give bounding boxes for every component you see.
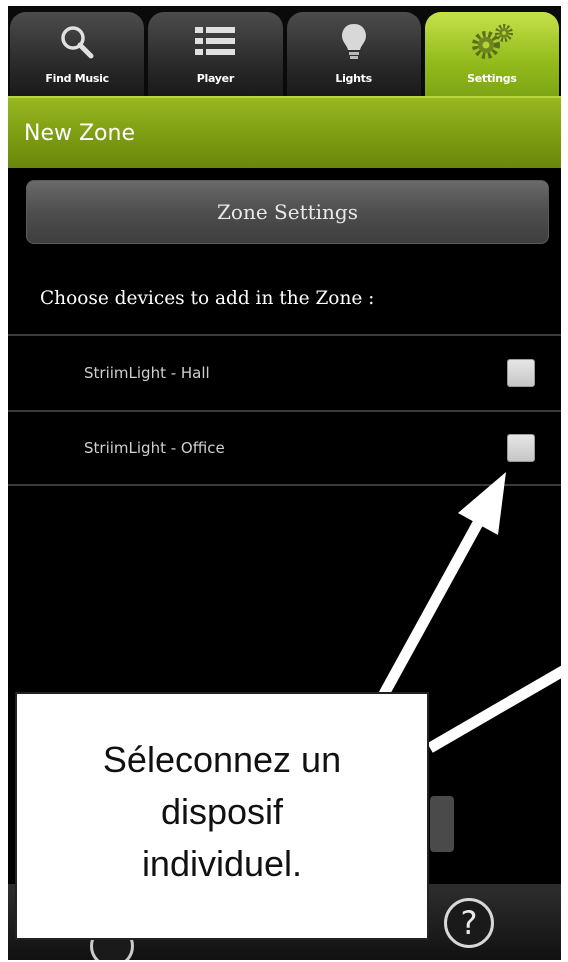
- help-icon[interactable]: ?: [444, 898, 494, 948]
- zone-settings-button[interactable]: Zone Settings: [26, 180, 549, 244]
- annotation-text: Séleconnez un disposif individuel.: [102, 739, 342, 884]
- search-icon: [53, 20, 101, 66]
- device-row-hall[interactable]: StriimLight - Hall: [8, 334, 561, 410]
- tab-player[interactable]: Player: [148, 12, 283, 96]
- title-bar: New Zone: [8, 96, 561, 168]
- list-icon: [191, 20, 239, 66]
- background-button[interactable]: [430, 796, 454, 852]
- tab-find-music[interactable]: Find Music: [10, 12, 145, 96]
- lightbulb-icon: [330, 20, 378, 66]
- gear-icon: [468, 20, 516, 66]
- device-checkbox-office[interactable]: [507, 434, 535, 462]
- tab-settings[interactable]: Settings: [424, 12, 559, 96]
- device-checkbox-hall[interactable]: [507, 359, 535, 387]
- device-label: StriimLight - Hall: [84, 364, 210, 382]
- tab-label: Settings: [467, 72, 517, 85]
- annotation-callout: Séleconnez un disposif individuel.: [15, 692, 429, 940]
- device-label: StriimLight - Office: [84, 439, 225, 457]
- page-title: New Zone: [24, 120, 135, 146]
- tab-lights[interactable]: Lights: [286, 12, 421, 96]
- device-row-office[interactable]: StriimLight - Office: [8, 410, 561, 486]
- tab-label: Find Music: [45, 72, 109, 85]
- tab-label: Player: [196, 72, 234, 85]
- choose-devices-label: Choose devices to add in the Zone :: [40, 288, 375, 309]
- tab-label: Lights: [335, 72, 372, 85]
- tab-bar: Find Music Player Lights Settings: [8, 6, 561, 96]
